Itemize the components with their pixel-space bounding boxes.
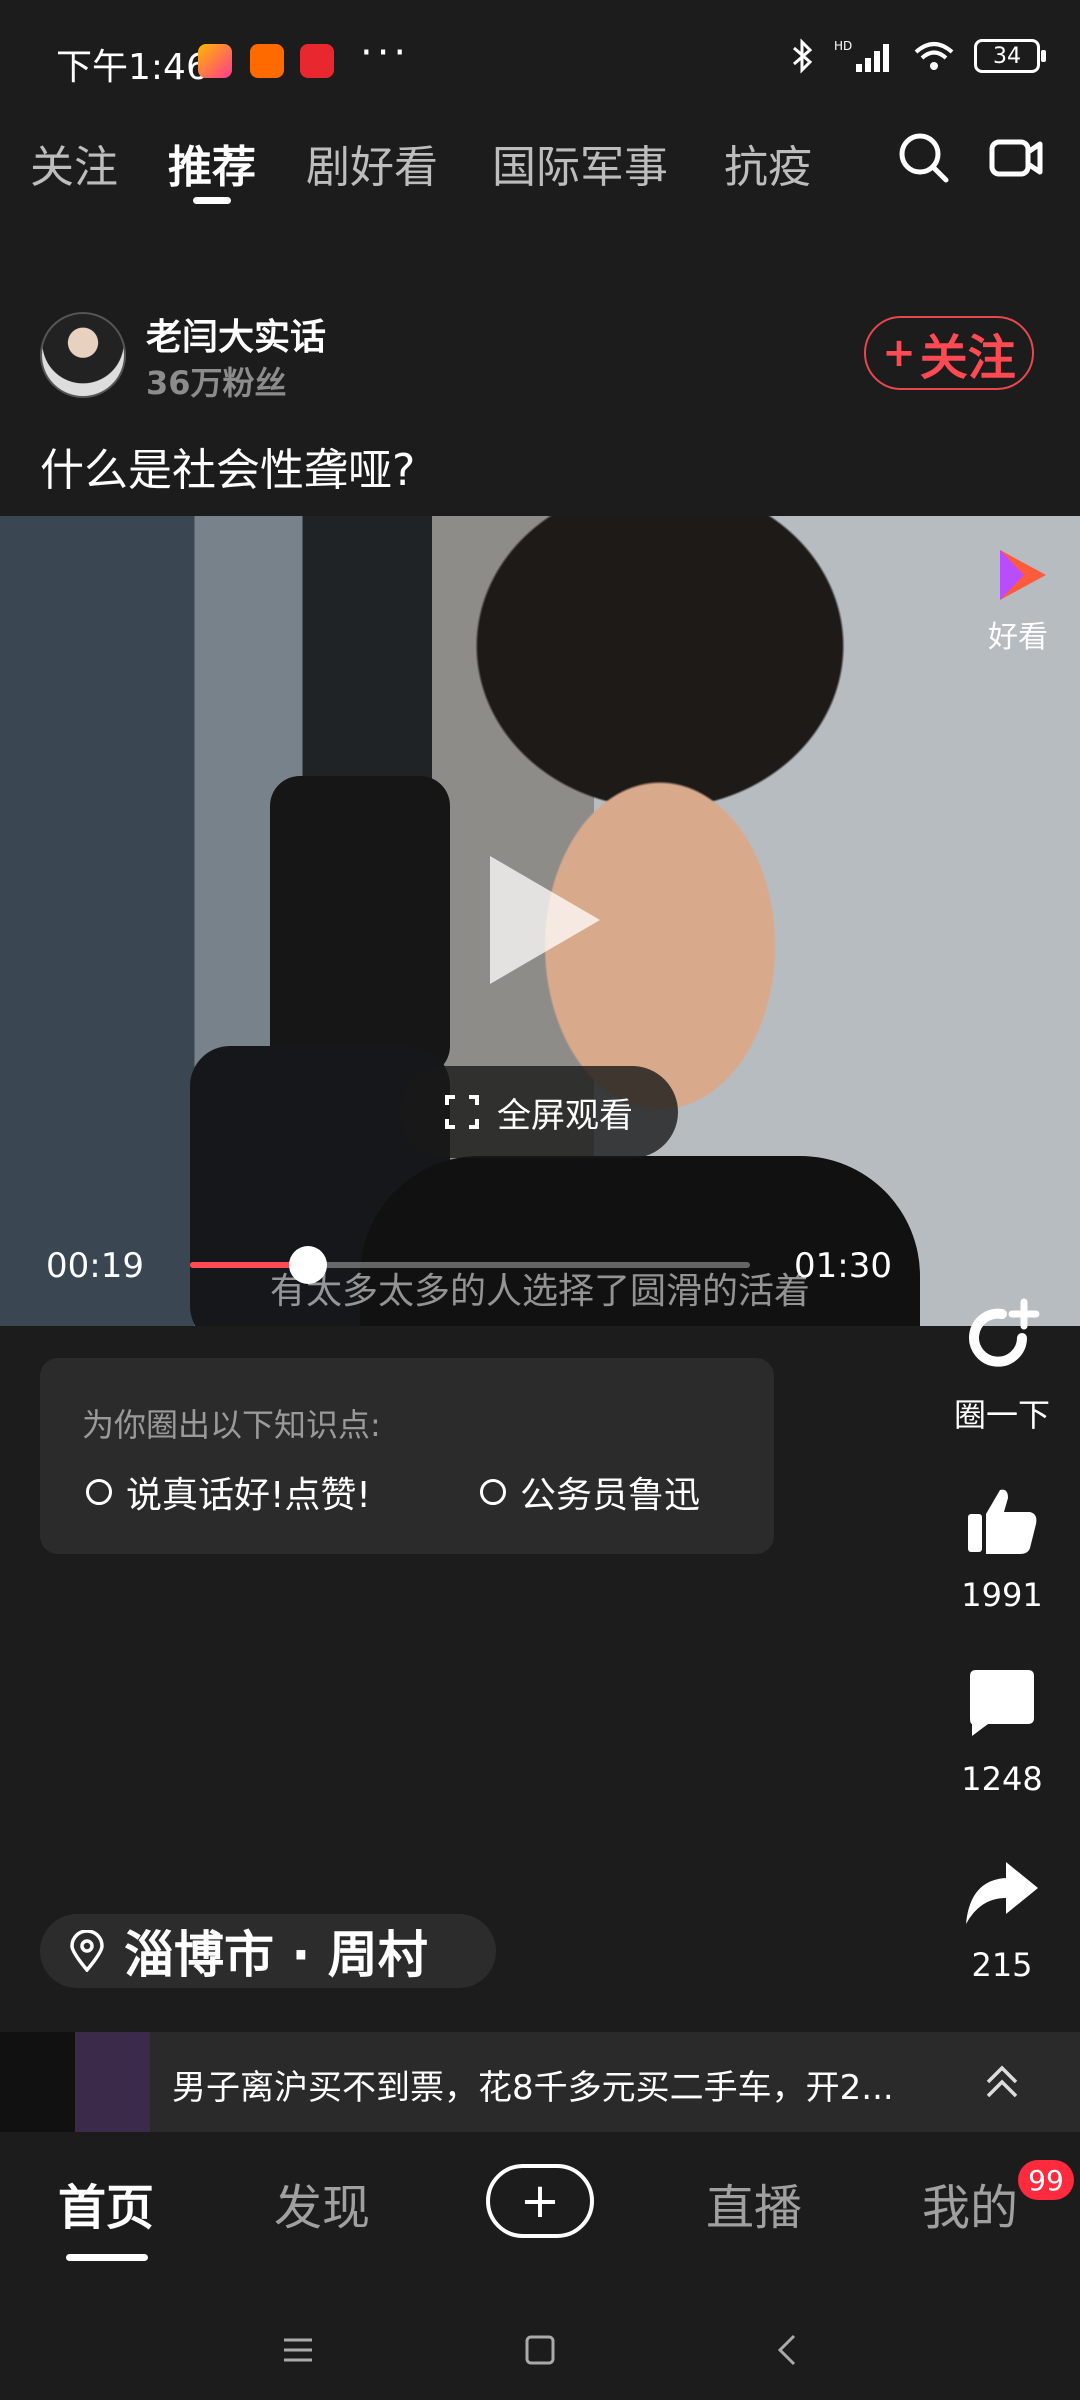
circle-icon — [480, 1479, 506, 1505]
active-tab-indicator — [193, 197, 231, 204]
publish-button[interactable]: + — [486, 2164, 594, 2238]
home-icon[interactable] — [522, 2332, 558, 2368]
status-bar: 下午1:46 ··· HD 34 — [0, 0, 1080, 125]
location-text: 淄博市 · 周村 — [124, 1926, 428, 1984]
knowledge-item[interactable]: 说真话好!点赞! — [86, 1466, 371, 1518]
progress-handle[interactable] — [288, 1246, 327, 1284]
video-frame-detail — [270, 776, 450, 1076]
knowledge-item-label: 公务员鲁迅 — [520, 1475, 701, 1516]
share-icon[interactable] — [962, 1854, 1042, 1934]
comment-icon[interactable] — [962, 1664, 1042, 1744]
video-camera-icon[interactable] — [988, 130, 1044, 186]
like-icon[interactable] — [962, 1482, 1042, 1562]
status-indicators: HD 34 — [790, 38, 1046, 74]
plus-icon: + — [882, 330, 916, 376]
search-icon[interactable] — [896, 130, 952, 186]
tab-recommend[interactable]: 推荐 — [168, 131, 256, 195]
fans-count: 36万粉丝 — [146, 364, 287, 402]
location-pin-icon — [70, 1930, 104, 1972]
play-icon[interactable] — [490, 856, 600, 984]
tab-drama[interactable]: 剧好看 — [306, 131, 438, 195]
expand-up-icon[interactable] — [984, 2062, 1020, 2102]
knowledge-title: 为你圈出以下知识点: — [82, 1406, 381, 1444]
more-notifications-icon: ··· — [360, 30, 411, 76]
fullscreen-label: 全屏观看 — [497, 1095, 633, 1136]
circle-add-icon[interactable] — [962, 1298, 1042, 1378]
app-notification-icon — [198, 44, 232, 78]
like-count: 1991 — [961, 1576, 1043, 1614]
comment-count: 1248 — [961, 1760, 1043, 1798]
tab-epidemic[interactable]: 抗疫 — [724, 131, 812, 195]
nav-mine[interactable]: 我的 — [922, 2168, 1018, 2238]
watermark-label: 好看 — [988, 620, 1048, 655]
app-notification-icon — [300, 44, 334, 78]
author-name[interactable]: 老闫大实话 — [146, 308, 326, 360]
location-tag[interactable]: 淄博市 · 周村 — [40, 1914, 496, 1988]
system-nav-bar — [0, 2302, 1080, 2400]
battery-level: 34 — [993, 43, 1021, 69]
svg-text:HD: HD — [834, 39, 852, 53]
nav-live[interactable]: 直播 — [706, 2168, 802, 2238]
haokan-logo-icon — [1000, 550, 1046, 600]
app-notification-icon — [250, 44, 284, 78]
total-time: 01:30 — [794, 1246, 892, 1286]
follow-label: 关注 — [919, 330, 1016, 386]
knowledge-item[interactable]: 公务员鲁迅 — [480, 1466, 700, 1518]
menu-icon[interactable] — [280, 2332, 316, 2368]
news-thumbnail — [0, 2032, 150, 2132]
signal-icon: HD — [834, 39, 889, 72]
plus-icon: + — [519, 2173, 561, 2229]
status-time: 下午1:46 — [56, 47, 209, 88]
follow-button[interactable]: + 关注 — [864, 316, 1034, 390]
battery-icon: 34 — [974, 39, 1046, 73]
tab-follow[interactable]: 关注 — [30, 131, 118, 195]
back-icon[interactable] — [770, 2332, 806, 2368]
fullscreen-icon — [445, 1095, 479, 1129]
knowledge-item-label: 说真话好!点赞! — [126, 1475, 371, 1516]
current-time: 00:19 — [46, 1246, 144, 1286]
news-headline[interactable]: 男子离沪买不到票，花8千多元买二手车，开2... — [172, 2060, 894, 2109]
video-title: 什么是社会性聋哑? — [40, 445, 416, 496]
fullscreen-button[interactable]: 全屏观看 — [400, 1066, 678, 1158]
nav-discover[interactable]: 发现 — [274, 2168, 370, 2238]
nav-home[interactable]: 首页 — [58, 2168, 154, 2238]
circle-icon — [86, 1479, 112, 1505]
circle-label: 圈一下 — [953, 1396, 1050, 1434]
avatar[interactable] — [40, 312, 126, 398]
bluetooth-icon — [793, 38, 813, 74]
knowledge-panel — [40, 1358, 774, 1554]
video-subtitle: 有太多太多的人选择了圆滑的活着 — [269, 1271, 810, 1312]
tab-military[interactable]: 国际军事 — [492, 131, 668, 195]
nav-active-indicator — [66, 2254, 148, 2261]
notification-badge: 99 — [1018, 2160, 1074, 2200]
wifi-icon — [914, 42, 954, 70]
share-count: 215 — [971, 1946, 1033, 1984]
